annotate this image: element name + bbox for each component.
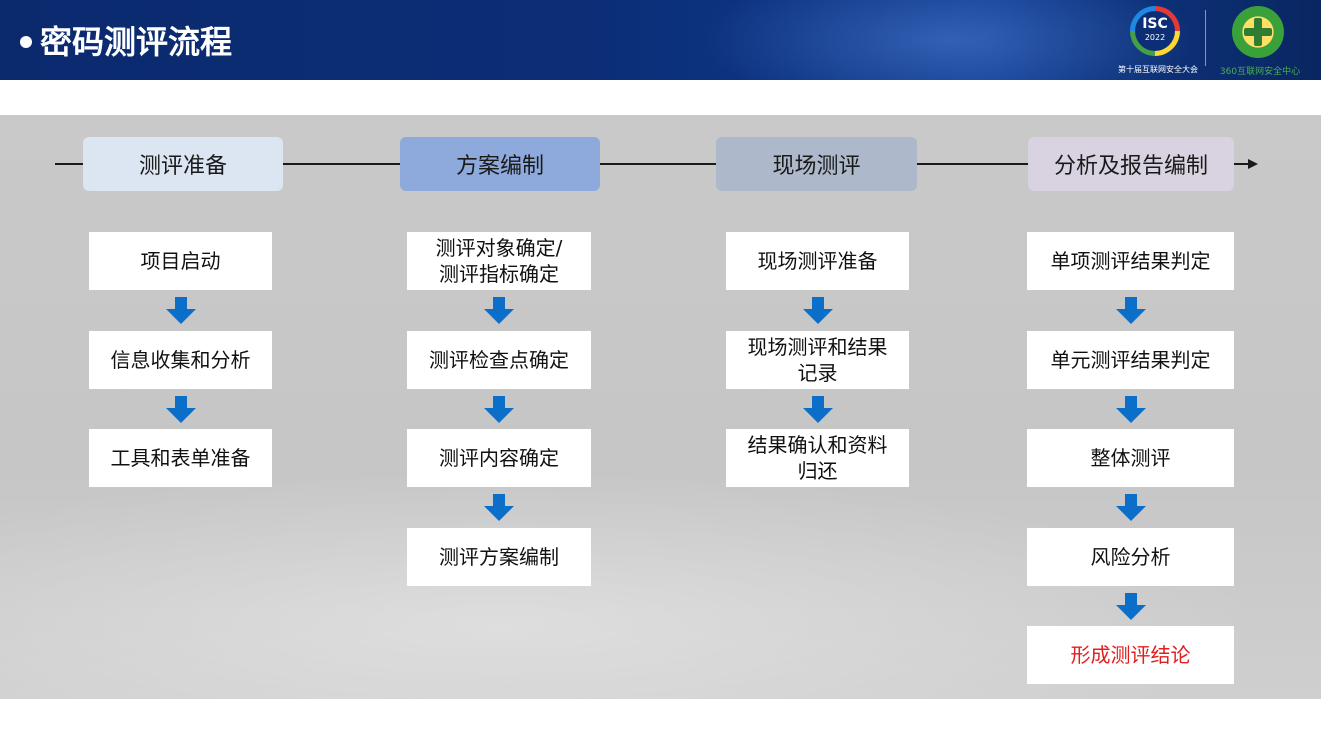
- step-box-4-1: 单项测评结果判定: [1027, 232, 1234, 290]
- step-box-3-1: 现场测评准备: [726, 232, 909, 290]
- phase-header-1: 测评准备: [83, 137, 283, 191]
- down-arrow-icon: [165, 396, 196, 423]
- step-box-2-2: 测评检查点确定: [407, 331, 591, 389]
- step-box-3-2: 现场测评和结果 记录: [726, 331, 909, 389]
- phase-header-2: 方案编制: [400, 137, 600, 191]
- step-box-3-3: 结果确认和资料 归还: [726, 429, 909, 487]
- down-arrow-icon: [1115, 494, 1146, 521]
- timeline-arrowhead-icon: [1248, 159, 1258, 169]
- down-arrow-icon: [802, 396, 833, 423]
- down-arrow-icon: [484, 494, 514, 521]
- phase-header-4: 分析及报告编制: [1028, 137, 1234, 191]
- step-box-2-3: 测评内容确定: [407, 429, 591, 487]
- step-box-2-1: 测评对象确定/ 测评指标确定: [407, 232, 591, 290]
- step-box-4-4: 风险分析: [1027, 528, 1234, 586]
- step-box-2-4: 测评方案编制: [407, 528, 591, 586]
- down-arrow-icon: [1115, 297, 1146, 324]
- step-box-4-5: 形成测评结论: [1027, 626, 1234, 684]
- step-box-4-3: 整体测评: [1027, 429, 1234, 487]
- step-box-4-2: 单元测评结果判定: [1027, 331, 1234, 389]
- step-box-1-2: 信息收集和分析: [89, 331, 272, 389]
- down-arrow-icon: [1115, 396, 1146, 423]
- down-arrow-icon: [484, 297, 514, 324]
- step-box-1-3: 工具和表单准备: [89, 429, 272, 487]
- step-box-1-1: 项目启动: [89, 232, 272, 290]
- down-arrow-icon: [1115, 593, 1146, 620]
- down-arrow-icon: [802, 297, 833, 324]
- phase-header-3: 现场测评: [716, 137, 917, 191]
- down-arrow-icon: [484, 396, 514, 423]
- down-arrow-icon: [165, 297, 196, 324]
